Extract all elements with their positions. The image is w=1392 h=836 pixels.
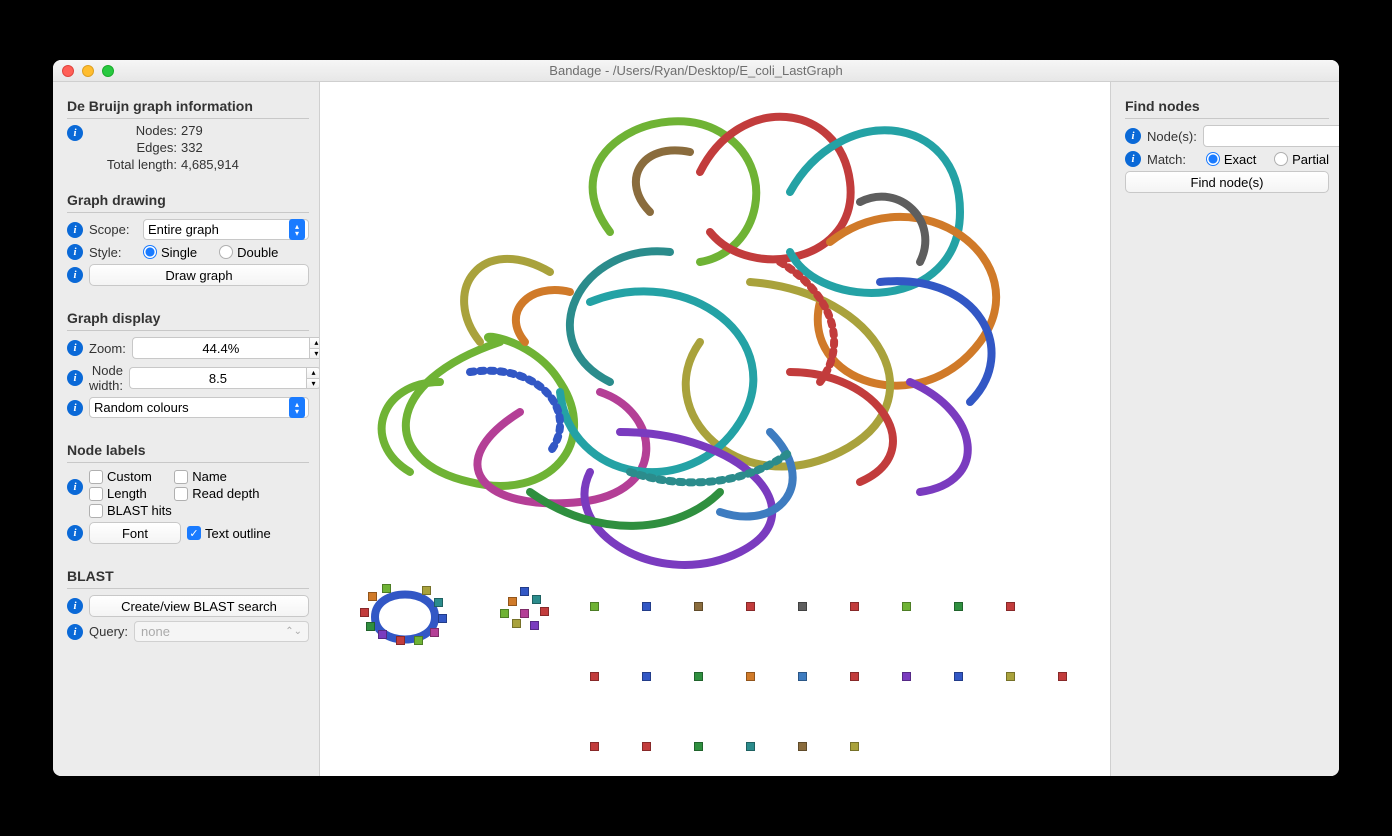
section-find-nodes: Find nodes xyxy=(1125,98,1329,114)
total-length-value: 4,685,914 xyxy=(181,157,239,172)
find-nodes-label: Node(s): xyxy=(1147,129,1197,144)
section-node-labels: Node labels xyxy=(67,442,309,458)
info-icon[interactable]: i xyxy=(67,222,83,238)
info-icon[interactable]: i xyxy=(67,244,83,260)
match-exact-radio[interactable]: Exact xyxy=(1206,152,1257,167)
section-graph-display: Graph display xyxy=(67,310,309,326)
nodewidth-stepper[interactable]: ▴▾ xyxy=(129,367,320,389)
chevron-updown-icon: ▴▾ xyxy=(289,397,305,418)
isolated-node xyxy=(1006,602,1015,611)
isolated-node xyxy=(746,602,755,611)
chevron-down-icon[interactable]: ▾ xyxy=(306,378,320,390)
isolated-node xyxy=(798,742,807,751)
isolated-node xyxy=(590,742,599,751)
tlen-label: Total length: xyxy=(91,157,177,172)
depth-checkbox[interactable]: Read depth xyxy=(174,486,259,501)
edges-value: 332 xyxy=(181,140,203,155)
isolated-node xyxy=(850,672,859,681)
info-icon[interactable]: i xyxy=(67,370,83,386)
colour-value: Random colours xyxy=(94,400,189,415)
isolated-node xyxy=(746,672,755,681)
graph-canvas[interactable] xyxy=(320,82,1110,776)
nodewidth-label: Node width: xyxy=(89,363,123,393)
cluster-ring xyxy=(360,580,450,650)
isolated-node xyxy=(642,742,651,751)
isolated-node xyxy=(642,672,651,681)
isolated-node xyxy=(746,742,755,751)
style-label: Style: xyxy=(89,245,137,260)
window-title: Bandage - /Users/Ryan/Desktop/E_coli_Las… xyxy=(53,63,1339,78)
isolated-node xyxy=(902,602,911,611)
query-value: none xyxy=(141,624,170,639)
scope-select[interactable]: Entire graph ▴▾ xyxy=(143,219,309,240)
nodes-value: 279 xyxy=(181,123,203,138)
isolated-node xyxy=(798,672,807,681)
chevron-up-icon[interactable]: ▴ xyxy=(309,337,320,348)
chevron-updown-icon: ▴▾ xyxy=(289,219,305,240)
zoom-stepper[interactable]: ▴▾ xyxy=(132,337,320,359)
colour-select[interactable]: Random colours ▴▾ xyxy=(89,397,309,418)
isolated-node xyxy=(954,602,963,611)
match-partial-radio[interactable]: Partial xyxy=(1274,152,1329,167)
isolated-node xyxy=(798,602,807,611)
isolated-node xyxy=(1006,672,1015,681)
nodes-label: Nodes: xyxy=(91,123,177,138)
graph-svg xyxy=(320,82,1110,776)
text-outline-checkbox[interactable]: ✓Text outline xyxy=(187,526,271,541)
right-panel: Find nodes i Node(s): i Match: Exact Par… xyxy=(1110,82,1339,776)
name-checkbox[interactable]: Name xyxy=(174,469,259,484)
scope-label: Scope: xyxy=(89,222,137,237)
zoom-label: Zoom: xyxy=(89,341,126,356)
info-icon[interactable]: i xyxy=(67,525,83,541)
isolated-node xyxy=(590,602,599,611)
left-panel: De Bruijn graph information i Nodes:279 … xyxy=(53,82,320,776)
info-icon[interactable]: i xyxy=(67,624,83,640)
query-label: Query: xyxy=(89,624,128,639)
titlebar[interactable]: Bandage - /Users/Ryan/Desktop/E_coli_Las… xyxy=(53,60,1339,82)
isolated-node xyxy=(850,602,859,611)
font-button[interactable]: Font xyxy=(89,522,181,544)
chevron-up-icon[interactable]: ▴ xyxy=(306,367,320,378)
length-checkbox[interactable]: Length xyxy=(89,486,174,501)
isolated-node xyxy=(694,672,703,681)
match-label: Match: xyxy=(1147,152,1200,167)
info-icon[interactable]: i xyxy=(67,125,83,141)
custom-checkbox[interactable]: Custom xyxy=(89,469,174,484)
query-select: none ⌃⌄ xyxy=(134,621,309,642)
isolated-node xyxy=(694,742,703,751)
chevron-down-icon[interactable]: ▾ xyxy=(309,348,320,360)
create-blast-button[interactable]: Create/view BLAST search xyxy=(89,595,309,617)
section-graph-drawing: Graph drawing xyxy=(67,192,309,208)
chevron-updown-icon: ⌃⌄ xyxy=(285,626,302,637)
info-icon[interactable]: i xyxy=(67,400,83,416)
section-blast: BLAST xyxy=(67,568,309,584)
draw-graph-button[interactable]: Draw graph xyxy=(89,264,309,286)
find-nodes-input[interactable] xyxy=(1203,125,1339,147)
app-window: Bandage - /Users/Ryan/Desktop/E_coli_Las… xyxy=(53,60,1339,776)
info-icon[interactable]: i xyxy=(1125,151,1141,167)
scope-value: Entire graph xyxy=(148,222,219,237)
section-graph-info: De Bruijn graph information xyxy=(67,98,309,114)
isolated-node xyxy=(850,742,859,751)
isolated-node xyxy=(694,602,703,611)
blast-checkbox[interactable]: BLAST hits xyxy=(89,503,174,518)
find-nodes-button[interactable]: Find node(s) xyxy=(1125,171,1329,193)
style-double-radio[interactable]: Double xyxy=(219,245,278,260)
isolated-node xyxy=(954,672,963,681)
isolated-node xyxy=(590,672,599,681)
info-icon[interactable]: i xyxy=(67,340,83,356)
info-icon[interactable]: i xyxy=(67,479,83,495)
style-single-radio[interactable]: Single xyxy=(143,245,197,260)
isolated-node xyxy=(902,672,911,681)
info-icon[interactable]: i xyxy=(1125,128,1141,144)
isolated-node xyxy=(642,602,651,611)
info-icon[interactable]: i xyxy=(67,267,83,283)
cluster xyxy=(500,587,560,642)
edges-label: Edges: xyxy=(91,140,177,155)
isolated-node xyxy=(1058,672,1067,681)
info-icon[interactable]: i xyxy=(67,598,83,614)
